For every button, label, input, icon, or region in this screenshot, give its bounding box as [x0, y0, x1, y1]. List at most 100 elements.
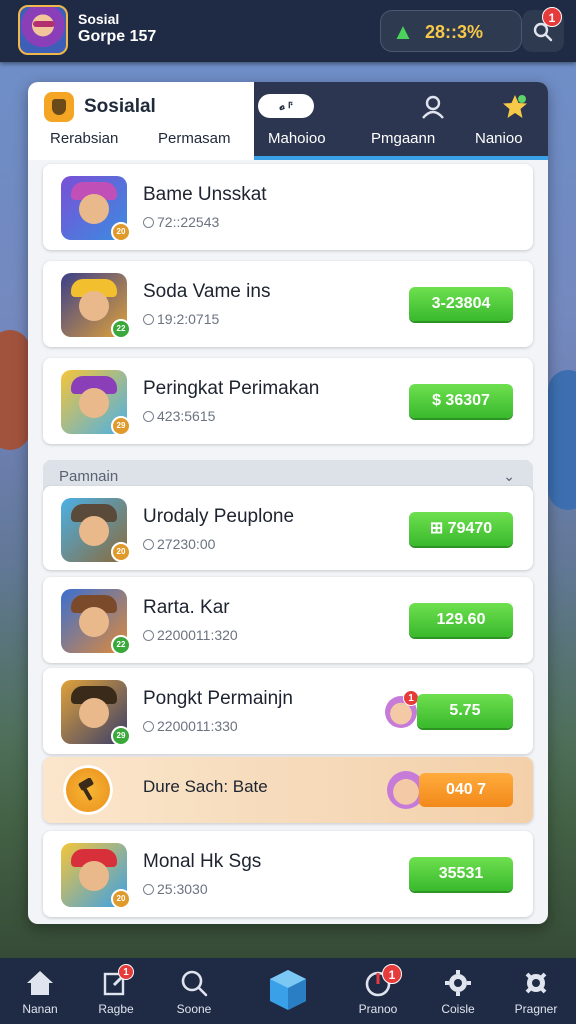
panel-title: Sosialal — [84, 96, 156, 117]
character-face — [79, 698, 109, 728]
game-time-value: 19:2:0715 — [157, 311, 220, 327]
character-face — [79, 607, 109, 637]
background-character-left — [0, 330, 30, 450]
profile-subtitle: Gorpe 157 — [78, 28, 157, 45]
player-title: Urodaly Peuplone — [143, 506, 295, 527]
nav-coisle[interactable]: Coisle — [418, 958, 498, 1024]
nav-search[interactable]: Soone — [154, 958, 234, 1024]
play-button[interactable]: 5.75 — [417, 694, 513, 728]
tab-mahoioo[interactable]: Mahoioo — [268, 130, 326, 147]
currency-value: 28::3% — [425, 22, 484, 42]
list-item[interactable]: 29 Pongkt Permainjn 2200011:330 1 5.75 — [43, 668, 533, 754]
section-label: Pamnain — [59, 468, 119, 485]
gem-icon: ▲ — [392, 19, 414, 44]
social-panel: Sosialal 𝓸 ⸁ Rerabsian Permasam Mahoioo … — [28, 82, 548, 924]
player-time: 2200011:330 — [143, 718, 238, 734]
level-badge: 20 — [111, 222, 131, 242]
promo-button[interactable]: 040 7 — [419, 773, 513, 807]
play-button[interactable]: $ 36307 — [409, 384, 513, 418]
search-icon — [181, 970, 208, 997]
game-title: Monal Hk Sgs — [143, 851, 262, 872]
list-item[interactable]: 20 Urodaly Peuplone 27230:00 ⊞ 79470 — [43, 486, 533, 570]
notification-badge: 1 — [542, 7, 562, 27]
game-title: Bame Unsskat — [143, 184, 267, 205]
player-time-value: 2200011:320 — [157, 627, 238, 643]
play-button[interactable]: 3-23804 — [409, 287, 513, 321]
list-item[interactable]: 20 Bame Unsskat 72::22543 — [43, 164, 533, 250]
tab-indicator — [254, 156, 548, 160]
promo-title: Dure Sach: Bate — [143, 777, 268, 796]
nav-home[interactable]: Nanan — [0, 958, 80, 1024]
game-time: 423:5615 — [143, 408, 215, 424]
game-time: 72::22543 — [143, 214, 219, 230]
character-face — [79, 516, 109, 546]
profile-avatar[interactable] — [18, 5, 68, 55]
cube-icon[interactable] — [268, 968, 308, 1012]
tab-header: Sosialal 𝓸 ⸁ Rerabsian Permasam Mahoioo … — [28, 82, 548, 160]
game-time-value: 72::22543 — [157, 214, 220, 230]
settings-icon — [525, 972, 547, 994]
clock-icon — [143, 721, 154, 732]
level-badge: 29 — [111, 416, 131, 436]
tab-rerabsian[interactable]: Rerabsian — [50, 130, 118, 147]
game-time: 25:3030 — [143, 881, 208, 897]
nav-label: Nanan — [22, 1002, 58, 1016]
home-icon — [27, 971, 53, 995]
character-face — [79, 388, 109, 418]
nav-badge: 1 — [118, 964, 134, 980]
nav-label: Pranoo — [358, 1002, 398, 1016]
nav-label: Pragner — [514, 1002, 558, 1016]
game-time-value: 25:3030 — [157, 881, 208, 897]
shield-logo-icon — [44, 92, 74, 122]
promo-icon — [63, 765, 113, 815]
nav-badge: 1 — [382, 964, 402, 984]
level-badge: 29 — [111, 726, 131, 746]
filter-pill[interactable]: 𝓸 ⸁ — [258, 94, 314, 118]
player-time-value: 27230:00 — [157, 536, 216, 552]
nav-label: Ragbe — [98, 1002, 134, 1016]
nav-label: Soone — [176, 1002, 212, 1016]
play-button[interactable]: ⊞ 79470 — [409, 512, 513, 546]
player-time: 27230:00 — [143, 536, 215, 552]
player-title: Pongkt Permainjn — [143, 688, 293, 709]
hammer-icon — [78, 778, 94, 801]
level-badge: 22 — [111, 319, 131, 339]
clock-icon — [143, 539, 154, 550]
star-icon[interactable] — [500, 92, 530, 122]
clock-icon — [143, 884, 154, 895]
play-button[interactable]: 129.60 — [409, 603, 513, 637]
nav-label: Coisle — [441, 1002, 475, 1016]
play-button[interactable]: 35531 — [409, 857, 513, 891]
clock-icon — [143, 217, 154, 228]
nav-pranoo[interactable]: 1 Pranoo — [338, 958, 418, 1024]
nav-ragbe[interactable]: 1 Ragbe — [76, 958, 156, 1024]
list-item[interactable]: 22 Soda Vame ins 19:2:0715 3-23804 — [43, 261, 533, 347]
game-title: Peringkat Perimakan — [143, 378, 320, 399]
game-time: 19:2:0715 — [143, 311, 219, 327]
nav-settings[interactable]: Pragner — [496, 958, 576, 1024]
clock-icon — [143, 630, 154, 641]
tab-nanioo[interactable]: Nanioo — [475, 130, 523, 147]
level-badge: 20 — [111, 542, 131, 562]
user-icon[interactable] — [418, 92, 448, 122]
bottom-nav: Nanan 1 Ragbe Soone 1 Pranoo Coisle Prag… — [0, 958, 576, 1024]
player-time: 2200011:320 — [143, 627, 238, 643]
character-face — [79, 861, 109, 891]
promo-banner[interactable]: Dure Sach: Bate 040 7 — [43, 757, 533, 823]
tab-pmgaann[interactable]: Pmgaann — [371, 130, 435, 147]
profile-name: Sosial — [78, 11, 120, 27]
list-item[interactable]: 20 Monal Hk Sgs 25:3030 35531 — [43, 831, 533, 917]
clock-icon — [143, 411, 154, 422]
level-badge: 22 — [111, 635, 131, 655]
clock-icon — [143, 314, 154, 325]
top-bar: Sosial Gorpe 157 ▲ 28::3% 1 — [0, 0, 576, 62]
game-title: Soda Vame ins — [143, 281, 271, 302]
level-badge: 20 — [111, 889, 131, 909]
currency-display[interactable]: ▲ 28::3% — [380, 10, 522, 52]
game-time-value: 423:5615 — [157, 408, 216, 424]
character-face — [79, 194, 109, 224]
list-item[interactable]: 22 Rarta. Kar 2200011:320 129.60 — [43, 577, 533, 663]
list-item[interactable]: 29 Peringkat Perimakan 423:5615 $ 36307 — [43, 358, 533, 444]
tab-permasam[interactable]: Permasam — [158, 130, 231, 147]
player-title: Rarta. Kar — [143, 597, 230, 618]
